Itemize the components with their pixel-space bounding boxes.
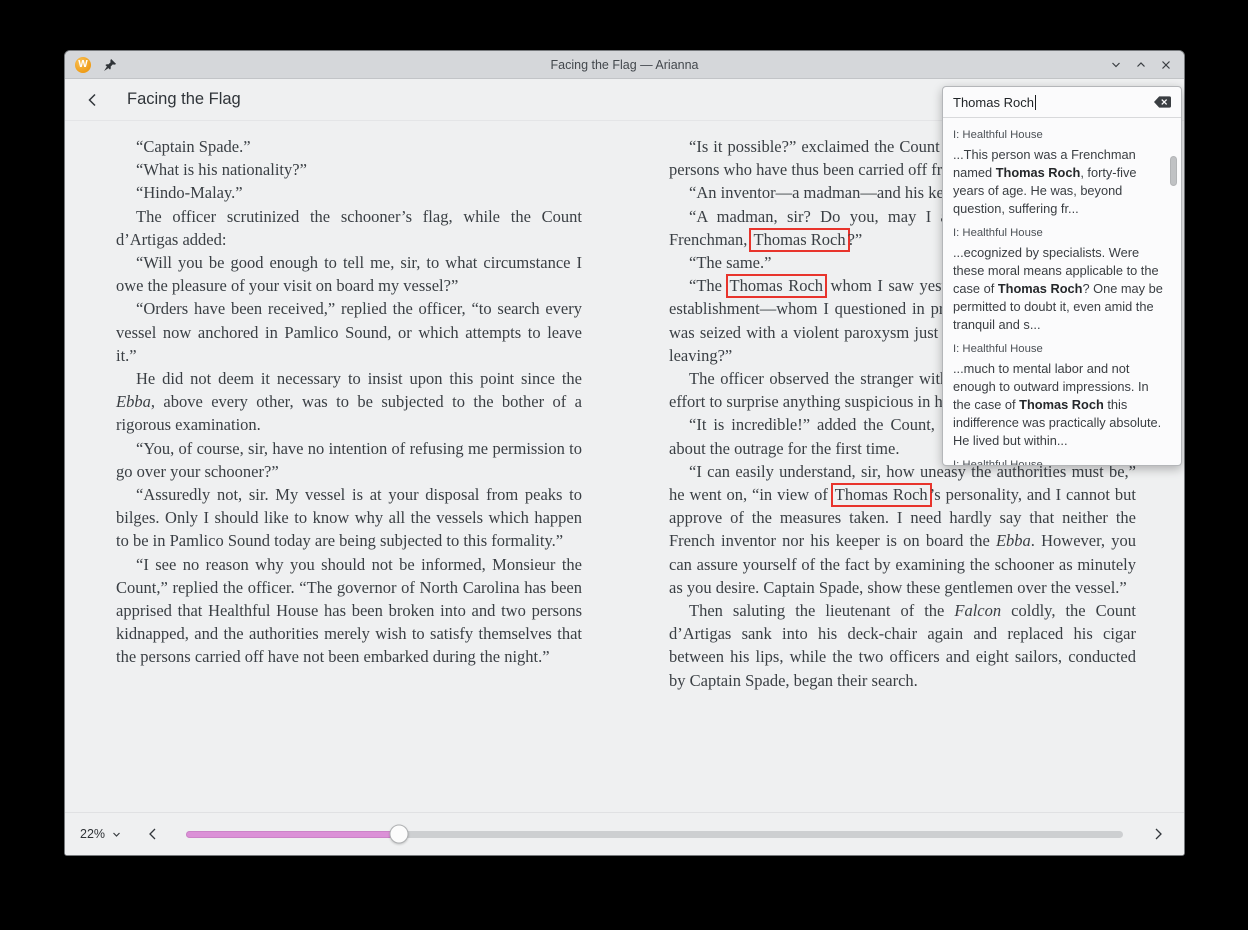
book-paragraph: “Captain Spade.” [116,135,582,158]
book-paragraph: “What is his nationality?” [116,158,582,181]
book-paragraph: Then saluting the lieutenant of the Falc… [669,599,1136,692]
window-controls [1108,57,1174,73]
search-result-item[interactable]: I: Healthful House ...ecognized by specia… [953,227,1167,334]
arianna-window: W Facing the Flag — Arianna [64,50,1185,856]
book-paragraph: The officer scrutinized the schooner’s f… [116,205,582,251]
progress-percent: 22% [80,827,105,841]
book-paragraph: “Assuredly not, sir. My vessel is at you… [116,483,582,553]
book-paragraph: “Will you be good enough to tell me, sir… [116,251,582,297]
results-scrollbar[interactable] [1170,156,1177,186]
result-chapter-label: I: Healthful House [953,343,1167,355]
clear-search-icon[interactable] [1154,96,1171,108]
progress-dropdown[interactable]: 22% [80,827,122,841]
search-result-item[interactable]: I: Healthful House ...much to mental labo… [953,343,1167,450]
search-input[interactable]: Thomas Roch [943,87,1181,118]
search-query-text: Thomas Roch [953,95,1034,110]
search-result-item[interactable]: I: Healthful House ...This person was a F… [953,129,1167,218]
result-chapter-label: I: Healthful House [953,129,1167,141]
book-paragraph: “Orders have been received,” replied the… [116,297,582,367]
search-match-highlight: Thomas Roch [831,483,932,507]
window-title: Facing the Flag — Arianna [551,58,699,72]
minimize-icon[interactable] [1108,57,1124,73]
result-chapter-label: I: Healthful House [953,459,1167,465]
search-result-item[interactable]: I: Healthful House [953,459,1167,465]
maximize-icon[interactable] [1133,57,1149,73]
result-snippet: ...much to mental labor and not enough t… [953,360,1167,450]
book-paragraph: “Hindo-Malay.” [116,181,582,204]
left-column: “Captain Spade.”“What is his nationality… [116,135,582,669]
text-caret [1035,95,1036,110]
screen: W Facing the Flag — Arianna [0,0,1248,930]
next-page-button[interactable] [1147,823,1169,845]
book-paragraph: “I see no reason why you should not be i… [116,553,582,669]
result-snippet: ...This person was a Frenchman named Tho… [953,146,1167,218]
footer-bar: 22% [65,812,1184,855]
book-paragraph: “I can easily understand, sir, how uneas… [669,460,1136,599]
slider-handle[interactable] [389,825,408,844]
result-chapter-label: I: Healthful House [953,227,1167,239]
app-icon: W [75,57,91,73]
search-match-highlight: Thomas Roch [726,274,828,298]
book-paragraph: “You, of course, sir, have no intention … [116,437,582,483]
chevron-down-icon [111,829,122,840]
progress-slider[interactable] [186,831,1123,838]
previous-page-button[interactable] [142,823,164,845]
search-results-list: I: Healthful House ...This person was a F… [943,118,1181,465]
pin-icon[interactable] [103,58,117,72]
search-popup: Thomas Roch I: Healthful House ...This pe… [942,86,1182,466]
slider-fill [186,831,399,838]
back-button[interactable] [81,88,105,112]
search-match-highlight: Thomas Roch [749,228,849,252]
close-icon[interactable] [1158,57,1174,73]
titlebar: W Facing the Flag — Arianna [65,51,1184,79]
book-title: Facing the Flag [127,90,241,109]
book-paragraph: He did not deem it necessary to insist u… [116,367,582,437]
result-snippet: ...ecognized by specialists. Were these … [953,244,1167,334]
